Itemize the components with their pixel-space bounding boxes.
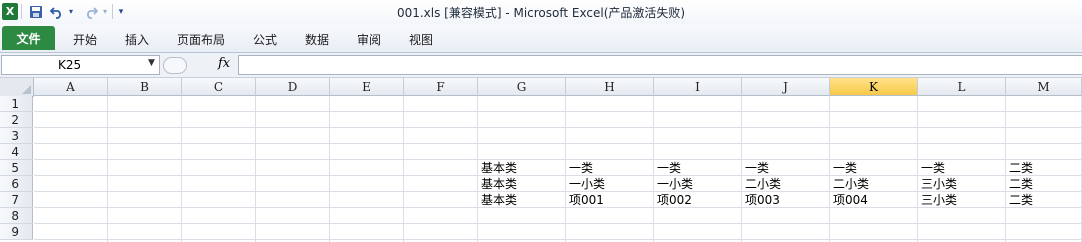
tab-formulas[interactable]: 公式 bbox=[242, 28, 288, 50]
toolbar-separator bbox=[21, 4, 22, 19]
row-header-3[interactable]: 3 bbox=[0, 128, 33, 144]
cell-l7[interactable]: 三小类 bbox=[918, 192, 1005, 208]
cell-i5[interactable]: 一类 bbox=[654, 160, 741, 176]
cell-k5[interactable]: 一类 bbox=[830, 160, 917, 176]
column-header-f[interactable]: F bbox=[404, 78, 478, 96]
row-header-2[interactable]: 2 bbox=[0, 112, 33, 128]
column-header-j[interactable]: J bbox=[742, 78, 830, 96]
row-header-8[interactable]: 8 bbox=[0, 208, 33, 224]
cell-l6[interactable]: 三小类 bbox=[918, 176, 1005, 192]
tab-home[interactable]: 开始 bbox=[62, 28, 108, 50]
name-box[interactable]: K25 ▼ bbox=[1, 55, 160, 75]
chevron-down-icon[interactable]: ▼ bbox=[148, 58, 155, 68]
cell-i6[interactable]: 一小类 bbox=[654, 176, 741, 192]
cell-m7[interactable]: 二类 bbox=[1006, 192, 1081, 208]
cell-h6[interactable]: 一小类 bbox=[566, 176, 653, 192]
gridline bbox=[403, 96, 404, 242]
gridline bbox=[181, 96, 182, 242]
row-header-4[interactable]: 4 bbox=[0, 144, 33, 160]
column-header-d[interactable]: D bbox=[256, 78, 330, 96]
gridline bbox=[34, 111, 1082, 112]
tab-insert[interactable]: 插入 bbox=[114, 28, 160, 50]
select-all-button[interactable] bbox=[0, 78, 34, 97]
column-header-i[interactable]: I bbox=[654, 78, 742, 96]
redo-dropdown-icon[interactable]: ▾ bbox=[101, 3, 109, 20]
ribbon-tabs: 文件 开始 插入 页面布局 公式 数据 审阅 视图 bbox=[0, 24, 1082, 53]
cell-m6[interactable]: 二类 bbox=[1006, 176, 1081, 192]
column-header-a[interactable]: A bbox=[34, 78, 108, 96]
formula-bar-expand-icon[interactable] bbox=[163, 57, 187, 74]
undo-icon[interactable] bbox=[48, 3, 66, 20]
excel-logo-icon[interactable]: X bbox=[2, 3, 18, 20]
cell-j6[interactable]: 二小类 bbox=[742, 176, 829, 192]
cell-g5[interactable]: 基本类 bbox=[478, 160, 565, 176]
column-header-l[interactable]: L bbox=[918, 78, 1006, 96]
gridline bbox=[329, 96, 330, 242]
cell-k7[interactable]: 项004 bbox=[830, 192, 917, 208]
row-header-6[interactable]: 6 bbox=[0, 176, 33, 192]
cell-k6[interactable]: 二小类 bbox=[830, 176, 917, 192]
cell-j7[interactable]: 项003 bbox=[742, 192, 829, 208]
gridline bbox=[34, 127, 1082, 128]
redo-icon[interactable] bbox=[82, 3, 100, 20]
spreadsheet-grid[interactable]: A B C D E F G H I J K L M 1 2 3 4 5 6 7 8 9 基本类 一类 一类 一类 一类 一类 二类 基本类… bbox=[0, 78, 1082, 242]
column-header-m[interactable]: M bbox=[1006, 78, 1082, 96]
name-box-value: K25 bbox=[58, 58, 82, 72]
window-title: 001.xls [兼容模式] - Microsoft Excel(产品激活失败) bbox=[396, 6, 686, 20]
row-header-9[interactable]: 9 bbox=[0, 224, 33, 240]
cell-h5[interactable]: 一类 bbox=[566, 160, 653, 176]
save-icon[interactable] bbox=[27, 3, 45, 20]
row-header-1[interactable]: 1 bbox=[0, 96, 33, 112]
title-bar: X ▾ ▾ ▾ 001.xls [兼容模式] - Microsoft Excel… bbox=[0, 0, 1082, 24]
column-header-b[interactable]: B bbox=[108, 78, 182, 96]
cell-m5[interactable]: 二类 bbox=[1006, 160, 1081, 176]
tab-review[interactable]: 审阅 bbox=[346, 28, 392, 50]
customize-qat-icon[interactable]: ▾ bbox=[116, 3, 126, 20]
cell-h7[interactable]: 项001 bbox=[566, 192, 653, 208]
column-header-h[interactable]: H bbox=[566, 78, 654, 96]
formula-bar: K25 ▼ fx bbox=[0, 53, 1082, 78]
column-header-k[interactable]: K bbox=[830, 78, 918, 96]
column-header-g[interactable]: G bbox=[478, 78, 566, 96]
cell-l5[interactable]: 一类 bbox=[918, 160, 1005, 176]
tab-data[interactable]: 数据 bbox=[294, 28, 340, 50]
gridline bbox=[34, 143, 1082, 144]
cell-g6[interactable]: 基本类 bbox=[478, 176, 565, 192]
formula-input[interactable] bbox=[238, 55, 1082, 75]
cell-i7[interactable]: 项002 bbox=[654, 192, 741, 208]
tab-page-layout[interactable]: 页面布局 bbox=[170, 28, 232, 50]
undo-dropdown-icon[interactable]: ▾ bbox=[67, 3, 75, 20]
tab-file[interactable]: 文件 bbox=[2, 26, 55, 50]
select-all-triangle bbox=[22, 85, 31, 94]
column-header-c[interactable]: C bbox=[182, 78, 256, 96]
cell-j5[interactable]: 一类 bbox=[742, 160, 829, 176]
gridline bbox=[255, 96, 256, 242]
toolbar-separator bbox=[112, 4, 113, 19]
gridline bbox=[34, 223, 1082, 224]
row-header-5[interactable]: 5 bbox=[0, 160, 33, 176]
column-header-e[interactable]: E bbox=[330, 78, 404, 96]
row-header-7[interactable]: 7 bbox=[0, 192, 33, 208]
tab-view[interactable]: 视图 bbox=[398, 28, 444, 50]
cell-g7[interactable]: 基本类 bbox=[478, 192, 565, 208]
insert-function-icon[interactable]: fx bbox=[218, 56, 230, 71]
gridline bbox=[34, 239, 1082, 240]
gridline bbox=[107, 96, 108, 242]
